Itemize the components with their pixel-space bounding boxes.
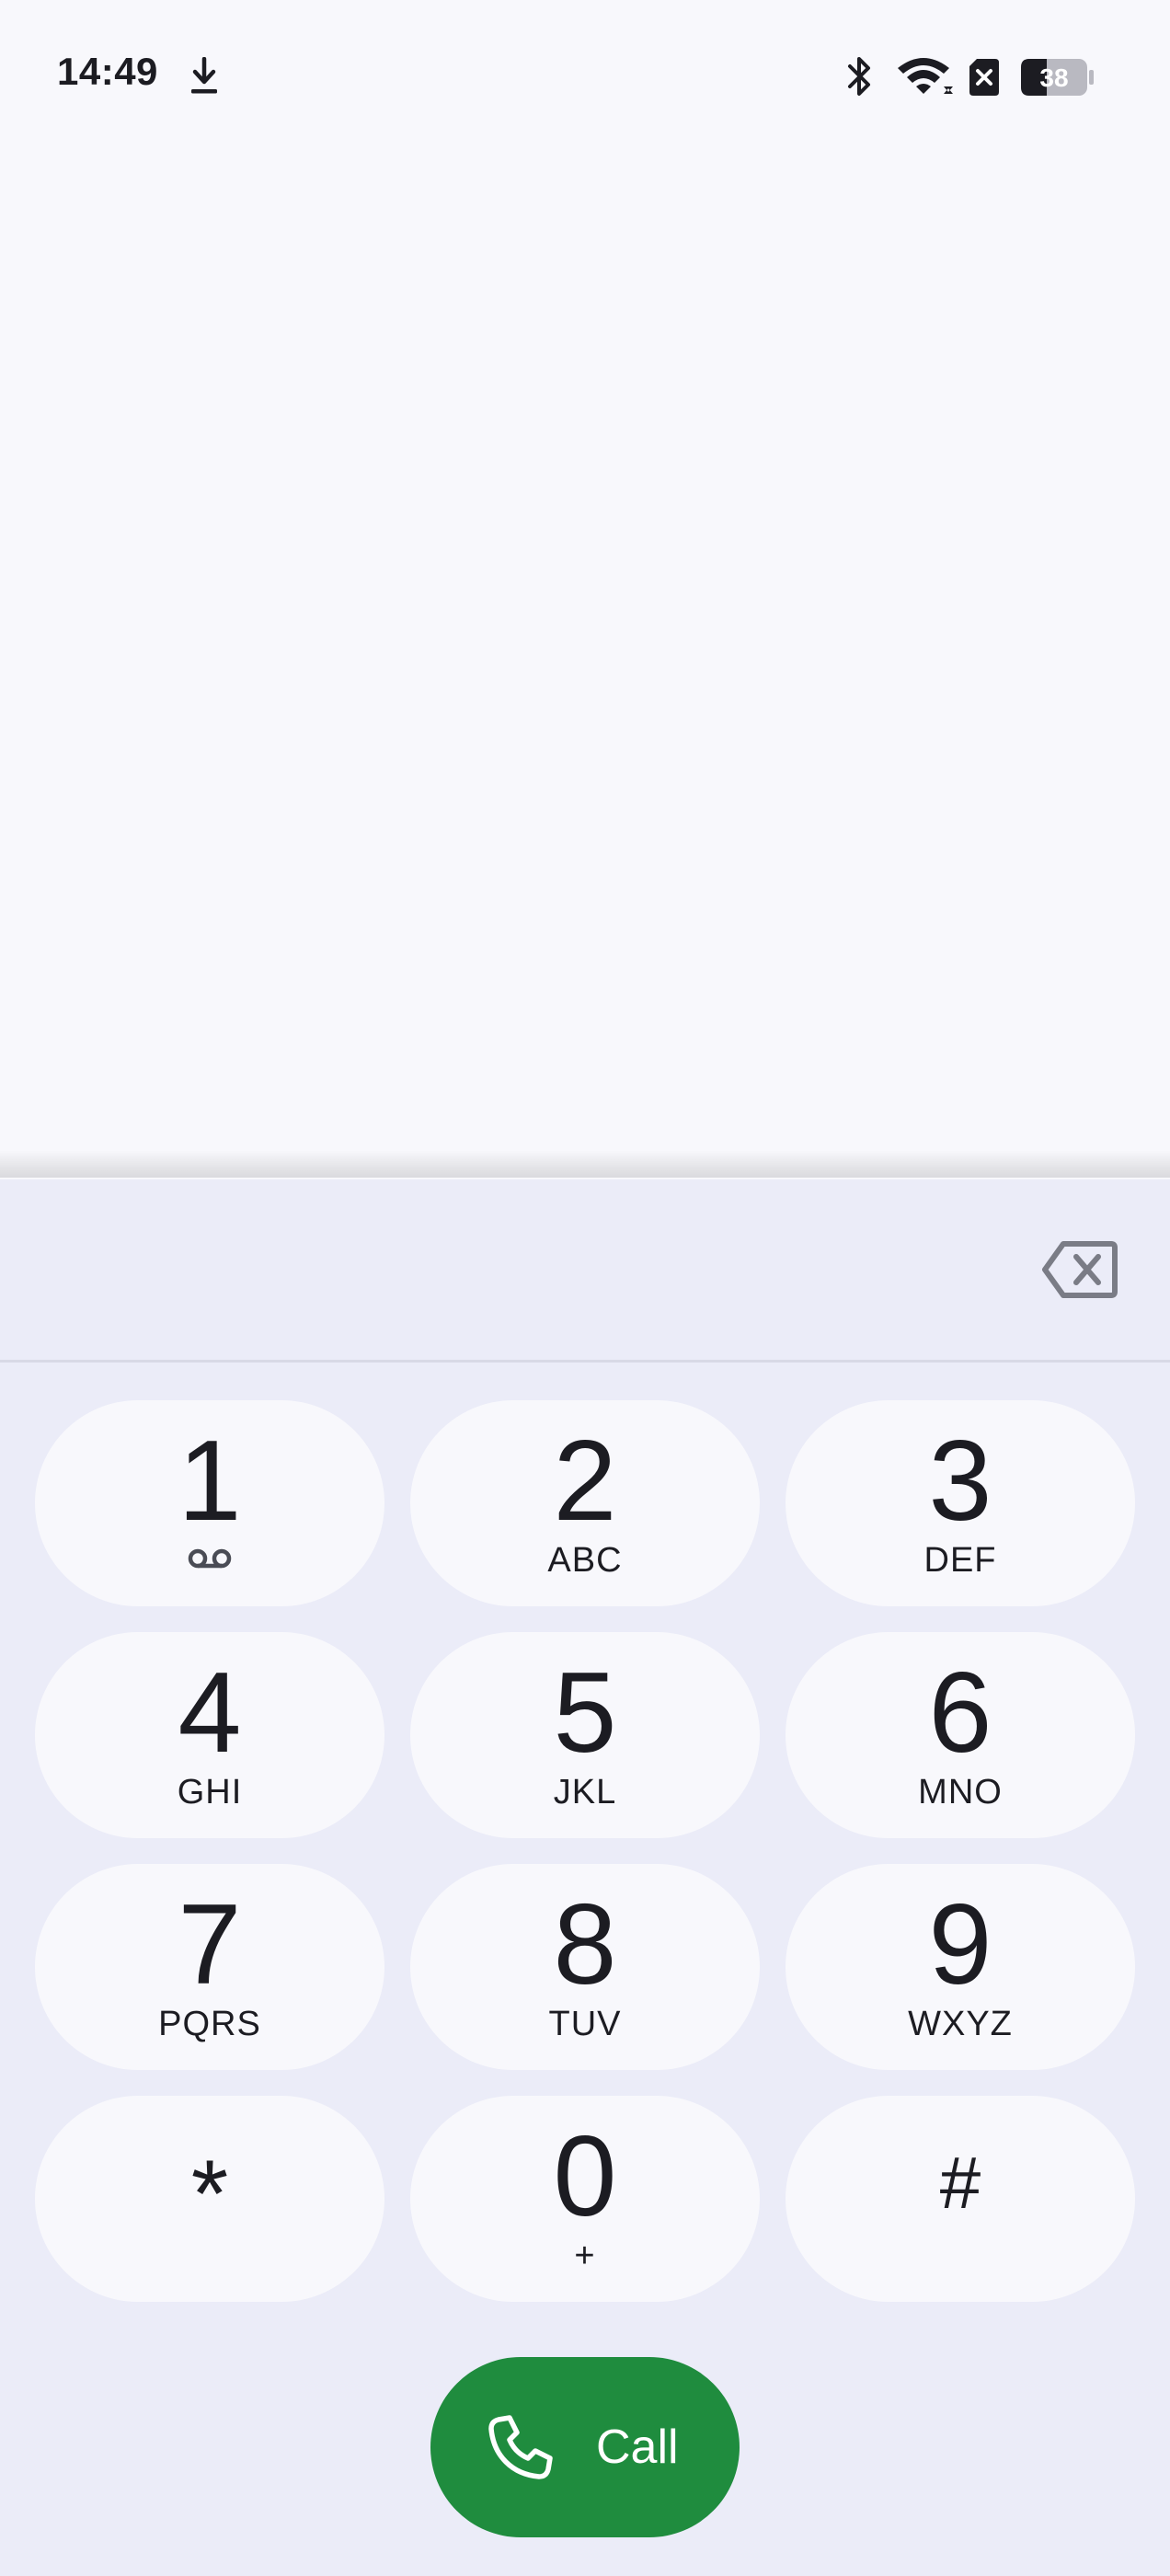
dial-key-0[interactable]: 0 + — [410, 2096, 760, 2302]
dial-key-5[interactable]: 5 JKL — [410, 1632, 760, 1838]
divider — [0, 1360, 1170, 1363]
key-letters: MNO — [918, 1773, 1003, 1811]
key-digit: 0 — [553, 2113, 617, 2240]
dial-key-hash[interactable]: # — [786, 2096, 1135, 2302]
call-label: Call — [596, 2421, 679, 2474]
battery-icon: 38 — [1021, 59, 1094, 96]
dial-key-4[interactable]: 4 GHI — [35, 1632, 384, 1838]
key-digit: 2 — [553, 1418, 617, 1545]
dial-key-3[interactable]: 3 DEF — [786, 1400, 1135, 1606]
battery-level: 38 — [1039, 63, 1068, 92]
download-icon — [191, 57, 217, 94]
key-letters: JKL — [553, 1773, 617, 1811]
dial-key-8[interactable]: 8 TUV — [410, 1864, 760, 2070]
phone-number-field[interactable] — [0, 1179, 1170, 1360]
dial-key-6[interactable]: 6 MNO — [786, 1632, 1135, 1838]
dial-key-star[interactable]: * — [35, 2096, 384, 2302]
key-letters: ABC — [547, 1541, 623, 1580]
wifi-icon — [898, 58, 953, 94]
status-time: 14:49 — [57, 50, 158, 93]
phone-icon — [488, 2415, 553, 2479]
key-digit: 9 — [928, 1881, 992, 2008]
key-letters: DEF — [923, 1541, 997, 1580]
dial-key-1[interactable]: 1 — [35, 1400, 384, 1606]
key-letters: GHI — [177, 1773, 243, 1811]
dial-key-9[interactable]: 9 WXYZ — [786, 1864, 1135, 2070]
call-button[interactable]: Call — [430, 2357, 740, 2537]
sheet-shadow — [0, 1150, 1170, 1178]
key-digit: 1 — [178, 1418, 242, 1545]
key-letters: TUV — [548, 2005, 622, 2043]
dial-key-2[interactable]: 2 ABC — [410, 1400, 760, 1606]
key-letters: PQRS — [158, 2005, 261, 2043]
status-bar: 14:49 38 — [0, 0, 1170, 147]
backspace-icon[interactable] — [1041, 1240, 1118, 1299]
key-digit: 3 — [928, 1418, 992, 1545]
key-digit: # — [939, 2142, 981, 2224]
key-digit: 8 — [553, 1881, 617, 2008]
dial-key-7[interactable]: 7 PQRS — [35, 1864, 384, 2070]
key-digit: 4 — [178, 1650, 242, 1777]
voicemail-icon — [188, 1548, 232, 1569]
key-digit: 6 — [928, 1650, 992, 1777]
bluetooth-icon — [848, 57, 870, 96]
key-letters: + — [574, 2237, 596, 2275]
key-digit: * — [190, 2141, 229, 2248]
dialer-content-area — [0, 0, 1170, 1161]
key-letters: WXYZ — [908, 2005, 1013, 2043]
key-digit: 5 — [553, 1650, 617, 1777]
key-digit: 7 — [178, 1881, 242, 2008]
sim-off-icon — [969, 59, 999, 96]
